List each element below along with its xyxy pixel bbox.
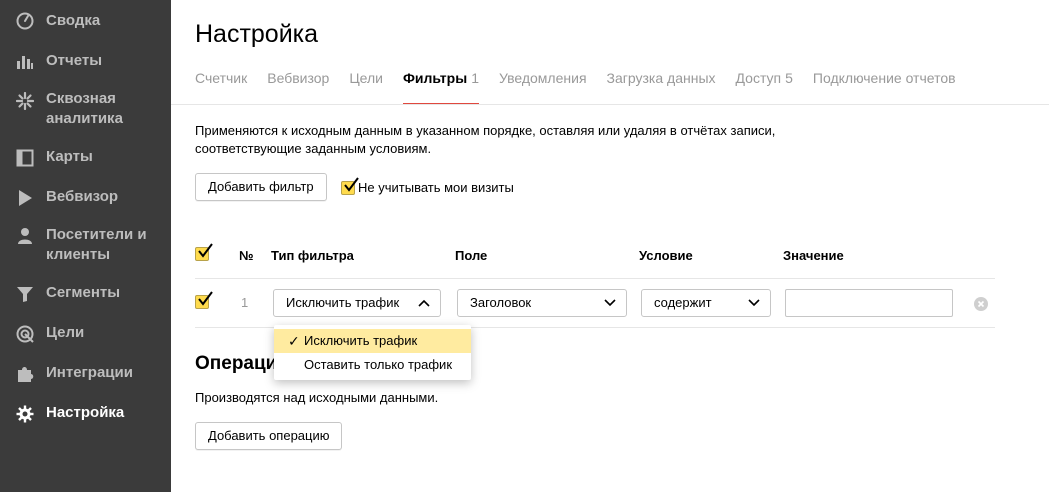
settings-tabs: Счетчик Вебвизор Цели Фильтры 1 Уведомлен… <box>195 68 976 105</box>
tab-count: 5 <box>785 70 793 86</box>
tab-goals[interactable]: Цели <box>349 68 383 105</box>
sidebar-item-label: Интеграции <box>46 364 133 381</box>
add-operation-button[interactable]: Добавить операцию <box>195 422 343 450</box>
filter-type-dropdown: ✓ Исключить трафик Оставить только трафи… <box>274 325 471 380</box>
ignore-my-visits-label: Не учитывать мои визиты <box>358 180 514 195</box>
condition-select[interactable]: содержит <box>641 289 771 317</box>
filters-description: Применяются к исходным данным в указанно… <box>195 123 776 156</box>
dropdown-option-only-traffic[interactable]: Оставить только трафик <box>274 353 471 377</box>
tabs-divider <box>171 104 1049 105</box>
sidebar-item-label: Вебвизор <box>46 188 119 205</box>
table-divider <box>195 278 995 279</box>
row-number: 1 <box>241 295 249 310</box>
select-all-checkbox[interactable] <box>195 243 213 261</box>
sidebar-item-label: Цели <box>46 324 85 341</box>
sidebar-item-label: Посетители и клиенты <box>46 226 147 263</box>
dropdown-option-exclude-traffic[interactable]: ✓ Исключить трафик <box>274 329 471 353</box>
row-checkbox[interactable] <box>195 291 213 309</box>
sparkle-icon <box>16 92 34 110</box>
chevron-down-icon <box>748 299 760 307</box>
sidebar: Сводка Отчеты Сквозная аналитика Карты В… <box>0 0 171 492</box>
column-header-field: Поле <box>455 248 488 263</box>
sidebar-item-label: Карты <box>46 148 93 165</box>
column-header-condition: Условие <box>639 248 693 263</box>
checkmark-icon <box>198 243 213 258</box>
ignore-my-visits-checkbox[interactable] <box>341 177 359 195</box>
funnel-icon <box>16 285 34 303</box>
column-header-filter-type: Тип фильтра <box>271 248 354 263</box>
checkmark-icon <box>198 291 213 306</box>
add-filter-button[interactable]: Добавить фильтр <box>195 173 327 201</box>
tab-count: 1 <box>471 70 479 86</box>
gear-icon <box>16 405 34 423</box>
map-icon <box>16 149 34 167</box>
value-input[interactable] <box>785 289 953 317</box>
field-select[interactable]: Заголовок <box>457 289 627 317</box>
tab-webvisor[interactable]: Вебвизор <box>267 68 329 105</box>
person-icon <box>16 227 34 245</box>
column-header-value: Значение <box>783 248 844 263</box>
chevron-down-icon <box>604 299 616 307</box>
dashboard-icon <box>16 12 34 30</box>
play-icon <box>16 189 34 207</box>
tab-counter[interactable]: Счетчик <box>195 68 247 105</box>
sidebar-item-label: Сегменты <box>46 284 121 301</box>
remove-filter-icon[interactable] <box>974 297 988 311</box>
tab-report-connection[interactable]: Подключение отчетов <box>813 68 956 105</box>
column-header-number: № <box>239 248 254 263</box>
tab-access[interactable]: Доступ 5 <box>736 68 793 105</box>
operations-description: Производятся над исходными данными. <box>195 390 439 405</box>
filter-type-select[interactable]: Исключить трафик <box>273 289 441 317</box>
check-icon: ✓ <box>288 333 300 349</box>
tab-notifications[interactable]: Уведомления <box>499 68 587 105</box>
sidebar-item-label: Сквозная аналитика <box>46 90 123 127</box>
target-icon <box>16 325 34 343</box>
main-content: Настройка Счетчик Вебвизор Цели Фильтры 1… <box>171 0 1049 492</box>
chevron-up-icon <box>418 299 430 307</box>
sidebar-item-label: Сводка <box>46 12 101 29</box>
checkmark-icon <box>344 177 359 192</box>
page-title: Настройка <box>195 20 319 48</box>
tab-filters[interactable]: Фильтры 1 <box>402 68 479 105</box>
sidebar-item-label: Настройка <box>46 404 125 421</box>
puzzle-icon <box>16 365 34 383</box>
bar-chart-icon <box>16 52 34 70</box>
sidebar-item-label: Отчеты <box>46 52 103 69</box>
tab-data-upload[interactable]: Загрузка данных <box>607 68 716 105</box>
